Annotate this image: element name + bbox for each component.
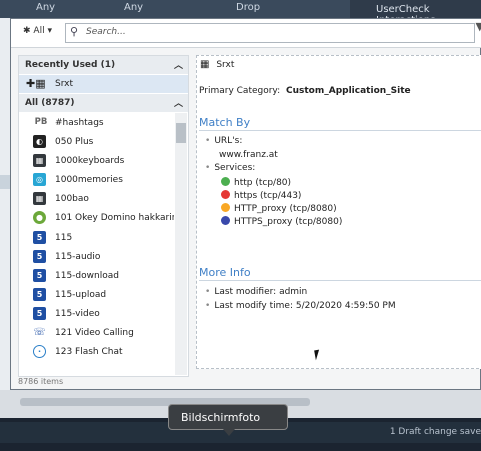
services-label: • Services: xyxy=(205,163,256,173)
list-item[interactable]: · 123 Flash Chat xyxy=(19,342,174,361)
list-item[interactable]: ◐ 050 Plus xyxy=(19,132,174,151)
five-icon: 5 xyxy=(33,249,46,263)
robot-icon: ◐ xyxy=(33,135,46,149)
application-list-pane: Recently Used (1) ︿ ✚▦ Srxt All (8787) ︿ P… xyxy=(18,55,189,377)
service-icon xyxy=(221,216,230,225)
detail-title: ▦ Srxt xyxy=(200,59,235,70)
list-item[interactable]: 5 115 xyxy=(19,228,174,247)
service-http: http (tcp/80) xyxy=(221,177,291,188)
grid-icon: ▦ xyxy=(33,154,46,168)
list-item[interactable]: 5 115-download xyxy=(19,266,174,285)
all-header[interactable]: All (8787) ︿ xyxy=(19,94,188,112)
last-modify-time: • Last modify time: 5/20/2020 4:59:50 PM xyxy=(205,301,396,311)
match-by-title: Match By xyxy=(199,116,251,129)
five-icon: 5 xyxy=(33,268,46,282)
five-icon: 5 xyxy=(33,230,46,244)
list-item[interactable]: 5 115-audio xyxy=(19,247,174,266)
collapse-icon[interactable]: ︿ xyxy=(174,58,183,71)
list-item[interactable]: 5 115-upload xyxy=(19,285,174,304)
pb-icon: PB xyxy=(34,117,48,127)
list-item[interactable]: 5 115-video xyxy=(19,304,174,323)
service-https-proxy: HTTPS_proxy (tcp/8080) xyxy=(221,216,342,227)
list-item[interactable]: ●101 Okey Domino hakkarim.n xyxy=(19,208,174,227)
list-item[interactable]: ▦ 1000keyboards xyxy=(19,151,174,170)
list-item[interactable]: ☏ 121 Video Calling xyxy=(19,323,174,342)
primary-category: Primary Category: Custom_Application_Sit… xyxy=(199,86,411,96)
service-icon xyxy=(221,177,230,186)
service-icon xyxy=(221,190,230,199)
search-icon: ⚲ xyxy=(70,25,79,38)
add-grid-icon: ✚▦ xyxy=(26,77,46,90)
filter-icon[interactable]: ▼ xyxy=(476,20,481,33)
list-item[interactable]: ◎ 1000memories xyxy=(19,170,174,189)
chat-bubble-icon: · xyxy=(33,345,46,359)
tooltip-arrow xyxy=(223,429,235,436)
application-picker-window: ✱ All ▾ ⚲ Search... ▼ Recently Used (1) ︿… xyxy=(10,18,481,390)
list-scrollbar[interactable] xyxy=(175,113,187,375)
grid-icon: ▦ xyxy=(33,192,46,206)
urls-label: • URL's: xyxy=(205,136,243,146)
list-item[interactable]: PB #hashtags xyxy=(19,113,174,132)
recent-item-srxt[interactable]: ✚▦ Srxt xyxy=(19,75,188,93)
service-icon xyxy=(221,203,230,212)
bg-tab-drop: Drop xyxy=(236,2,261,13)
url-value: www.franz.at xyxy=(219,150,278,160)
more-info-title: More Info xyxy=(199,266,251,279)
draft-status-text: 1 Draft change save xyxy=(389,427,481,437)
divider xyxy=(199,130,481,131)
search-input[interactable]: ⚲ Search... xyxy=(65,23,475,43)
last-modifier: • Last modifier: admin xyxy=(205,287,308,297)
all-filter-dropdown[interactable]: ✱ All ▾ xyxy=(23,26,52,36)
application-list: PB #hashtags ◐ 050 Plus ▦ 1000keyboards ◎ 10… xyxy=(19,113,174,375)
globe-icon: ● xyxy=(33,211,46,225)
collapse-icon[interactable]: ︿ xyxy=(174,96,183,109)
picker-toolbar: ✱ All ▾ ⚲ Search... ▼ xyxy=(11,19,481,48)
five-icon: 5 xyxy=(33,287,46,301)
recently-used-header[interactable]: Recently Used (1) ︿ xyxy=(19,56,188,74)
list-item[interactable]: ▦ 100bao xyxy=(19,189,174,208)
search-placeholder: Search... xyxy=(86,27,126,37)
memories-icon: ◎ xyxy=(33,173,46,187)
service-http-proxy: HTTP_proxy (tcp/8080) xyxy=(221,203,337,214)
bg-tab-any: Any xyxy=(36,2,56,13)
detail-pane: ▦ Srxt Primary Category: Custom_Applicat… xyxy=(196,55,481,369)
item-count: 8786 items xyxy=(18,377,64,386)
bg-tab-any: Any xyxy=(124,2,144,13)
tooltip: Bildschirmfoto xyxy=(168,404,288,430)
usercheck-interactions-header: UserCheck Interactions xyxy=(350,0,481,26)
divider xyxy=(199,280,481,281)
service-https: https (tcp/443) xyxy=(221,190,301,201)
add-grid-icon: ▦ xyxy=(200,59,210,70)
scrollbar-thumb[interactable] xyxy=(176,123,186,143)
five-icon: 5 xyxy=(33,306,46,320)
video-icon: ☏ xyxy=(33,327,46,339)
